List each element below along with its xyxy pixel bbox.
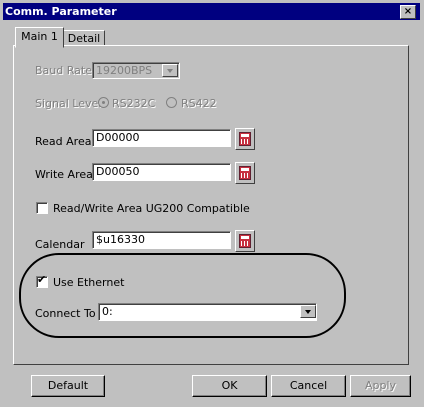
close-button[interactable]: × (400, 5, 416, 19)
read-area-label: Read Area (35, 135, 92, 148)
baud-rate-value: 19200BPS (96, 64, 153, 77)
ok-button[interactable]: OK (192, 375, 267, 397)
radio-rs232c[interactable] (98, 97, 109, 108)
apply-button-label: Apply (364, 379, 397, 392)
read-area-value: D00000 (96, 131, 140, 144)
cancel-button[interactable]: Cancel (271, 375, 346, 397)
calendar-label: Calendar (35, 238, 85, 251)
signal-level-label: Signal Level (35, 97, 102, 110)
radio-selected-dot (102, 101, 105, 104)
highlight-oval (19, 253, 346, 338)
write-area-value: D00050 (96, 165, 140, 178)
title-bar: Comm. Parameter × (3, 3, 420, 20)
comm-parameter-dialog: Comm. Parameter × Main 1 Detail Baud Rat… (0, 0, 424, 407)
default-button[interactable]: Default (31, 375, 105, 397)
tab-main-1-label: Main 1 (21, 30, 58, 43)
tab-detail[interactable]: Detail (63, 30, 105, 46)
tab-main-1[interactable]: Main 1 (15, 27, 64, 48)
calculator-icon (239, 234, 251, 248)
cancel-button-label: Cancel (289, 379, 328, 392)
baud-rate-label: Baud Rate (35, 64, 92, 77)
calculator-icon (239, 132, 251, 146)
default-button-label: Default (47, 379, 89, 392)
write-area-input[interactable]: D00050 (92, 163, 231, 181)
apply-button[interactable]: Apply (350, 375, 411, 397)
radio-rs232c-label: RS232C (112, 97, 156, 110)
ug200-compatible-label: Read/Write Area UG200 Compatible (53, 202, 250, 215)
chevron-down-icon (167, 69, 173, 73)
tab-detail-label: Detail (67, 32, 101, 45)
ok-button-label: OK (221, 379, 238, 392)
write-area-label: Write Area (35, 168, 93, 181)
read-area-input[interactable]: D00000 (92, 129, 231, 147)
read-area-picker-button[interactable] (235, 128, 255, 150)
calendar-value: $u16330 (96, 233, 145, 246)
radio-rs422[interactable] (166, 97, 177, 108)
write-area-picker-button[interactable] (235, 162, 255, 184)
calendar-picker-button[interactable] (235, 230, 255, 252)
calendar-input[interactable]: $u16330 (92, 231, 231, 249)
radio-rs422-label: RS422 (181, 97, 217, 110)
close-icon: × (403, 6, 413, 17)
window-title: Comm. Parameter (5, 5, 117, 18)
ug200-compatible-checkbox[interactable] (36, 202, 48, 214)
baud-rate-dropdown-button[interactable] (162, 64, 178, 77)
calculator-icon (239, 166, 251, 180)
